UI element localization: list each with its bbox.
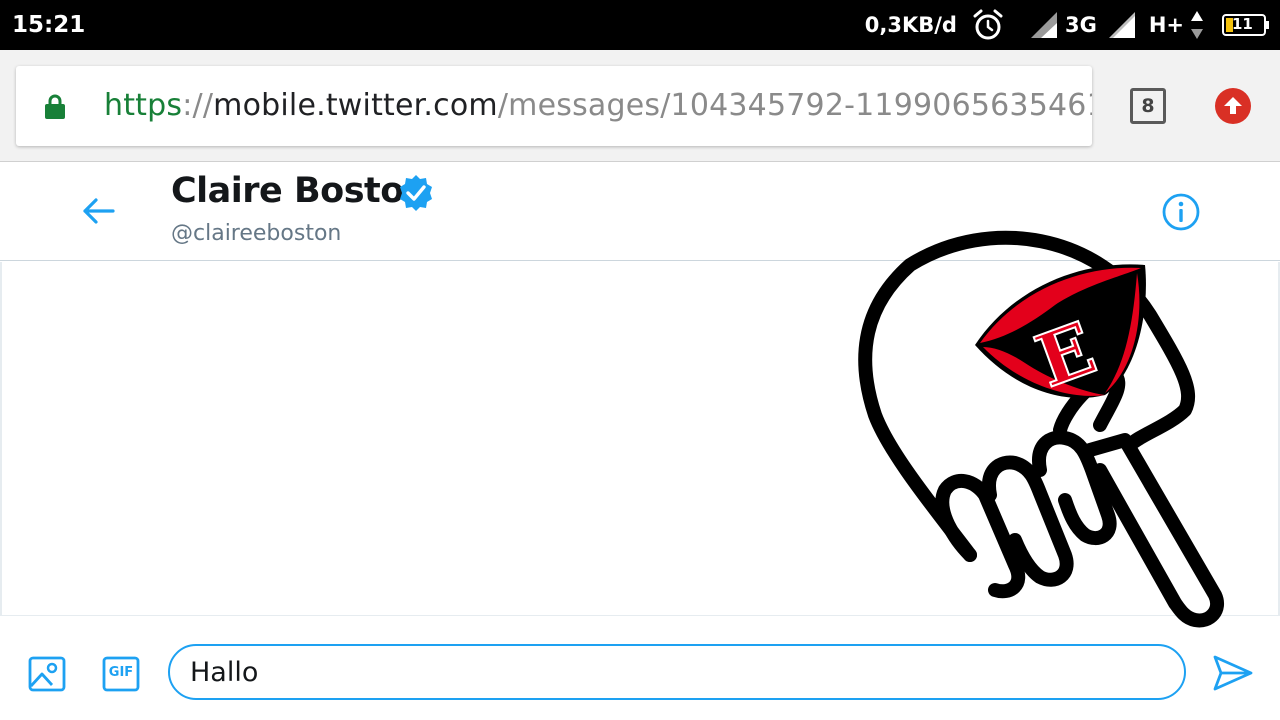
network-speed: 0,3KB/d — [864, 13, 957, 37]
image-icon[interactable] — [28, 655, 66, 693]
status-indicators: 0,3KB/d 3G H+ 11 — [865, 0, 1270, 50]
contact-handle[interactable]: @claireeboston — [171, 221, 341, 246]
battery-level: 11 — [1232, 15, 1253, 33]
status-time: 15:21 — [12, 12, 86, 38]
verified-badge-icon — [400, 175, 432, 211]
back-arrow-icon[interactable] — [80, 193, 116, 229]
gif-button[interactable]: GIF — [102, 655, 140, 693]
gif-label: GIF — [108, 665, 134, 680]
url-path: /messages/104345792-119906563546184 — [497, 88, 1092, 123]
tab-switcher-button[interactable]: 8 — [1130, 88, 1166, 124]
update-button[interactable] — [1215, 88, 1251, 124]
message-input[interactable] — [168, 644, 1186, 700]
url-bar[interactable]: https://mobile.twitter.com/messages/1043… — [16, 66, 1092, 146]
contact-name[interactable]: Claire Boston — [171, 171, 429, 211]
browser-toolbar: https://mobile.twitter.com/messages/1043… — [0, 50, 1280, 162]
battery-icon: 11 — [1222, 14, 1270, 36]
signal-icon — [1030, 12, 1057, 38]
lock-icon — [45, 94, 65, 119]
network-type-3g: 3G — [1064, 13, 1097, 37]
data-arrows-icon — [1191, 11, 1203, 39]
update-icon — [1224, 97, 1242, 114]
network-type-hplus: H+ — [1148, 13, 1184, 37]
send-icon[interactable] — [1212, 653, 1254, 693]
pointing-hand-sticker-graphic: E — [858, 230, 1224, 628]
url-host: mobile.twitter.com — [213, 88, 498, 123]
url-text[interactable]: https://mobile.twitter.com/messages/1043… — [104, 88, 1092, 123]
alarm-icon — [973, 9, 1003, 40]
signal-icon — [1108, 12, 1135, 38]
url-scheme: https — [104, 88, 183, 123]
status-bar: 15:21 0,3KB/d 3G H+ 11 — [0, 0, 1280, 50]
url-separator: :// — [182, 88, 214, 123]
pointing-hand-sticker[interactable]: E — [850, 225, 1230, 645]
